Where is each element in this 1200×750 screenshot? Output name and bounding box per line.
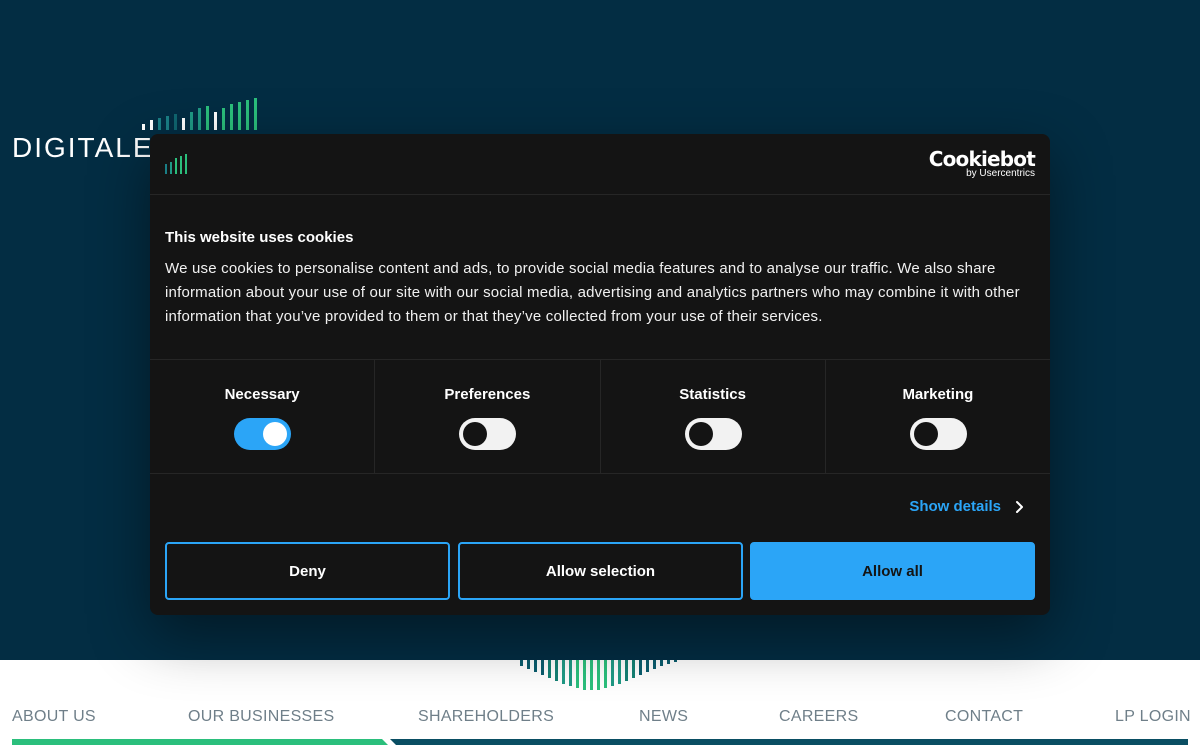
dialog-title: This website uses cookies <box>165 229 354 246</box>
nav-logo-mark-icon <box>520 660 677 690</box>
category-necessary: Necessary <box>150 360 376 473</box>
marketing-toggle[interactable] <box>909 418 967 450</box>
bars-logo-icon <box>165 154 187 174</box>
statistics-toggle[interactable] <box>684 418 742 450</box>
category-label: Preferences <box>444 386 531 403</box>
toggle-knob <box>688 422 713 446</box>
allow-selection-button[interactable]: Allow selection <box>458 542 743 600</box>
dialog-header: Cookiebot by Usercentrics <box>150 134 1050 195</box>
allow-all-button[interactable]: Allow all <box>750 542 1035 600</box>
category-statistics: Statistics <box>601 360 826 473</box>
category-label: Marketing <box>902 386 974 403</box>
category-label: Necessary <box>224 386 300 403</box>
show-details-link[interactable]: Show details <box>909 498 1024 515</box>
main-navigation: ABOUT US OUR BUSINESSES SHAREHOLDERS NEW… <box>0 660 1200 750</box>
dialog-body-text: We use cookies to personalise content an… <box>165 260 1020 325</box>
toggle-knob <box>463 422 488 446</box>
category-label: Statistics <box>679 386 746 403</box>
nav-our-businesses[interactable]: OUR BUSINESSES <box>188 708 334 726</box>
cookiebot-logo[interactable]: Cookiebot by Usercentrics <box>928 147 1036 179</box>
consent-categories: Necessary Preferences Statistics Marketi… <box>150 359 1050 474</box>
preferences-toggle[interactable] <box>459 418 517 450</box>
nav-active-indicator <box>12 739 1188 745</box>
toggle-knob <box>263 422 288 446</box>
nav-about-us[interactable]: ABOUT US <box>12 708 96 726</box>
nav-contact[interactable]: CONTACT <box>945 708 1023 726</box>
nav-careers[interactable]: CAREERS <box>779 708 858 726</box>
cookiebot-name: Cookiebot <box>928 147 1036 171</box>
category-preferences: Preferences <box>375 360 601 473</box>
nav-news[interactable]: NEWS <box>639 708 688 726</box>
nav-shareholders[interactable]: SHAREHOLDERS <box>418 708 554 726</box>
logo-bars-icon <box>142 98 257 130</box>
show-details-label: Show details <box>909 498 1001 515</box>
category-marketing: Marketing <box>826 360 1050 473</box>
toggle-knob <box>913 422 938 446</box>
chevron-right-icon <box>1016 500 1023 513</box>
brand-name: DIGITALE <box>12 132 154 163</box>
nav-lp-login[interactable]: LP LOGIN <box>1115 708 1191 726</box>
necessary-toggle[interactable] <box>234 418 292 450</box>
cookie-consent-dialog: Cookiebot by Usercentrics This website u… <box>150 134 1050 615</box>
deny-button[interactable]: Deny <box>165 542 450 600</box>
